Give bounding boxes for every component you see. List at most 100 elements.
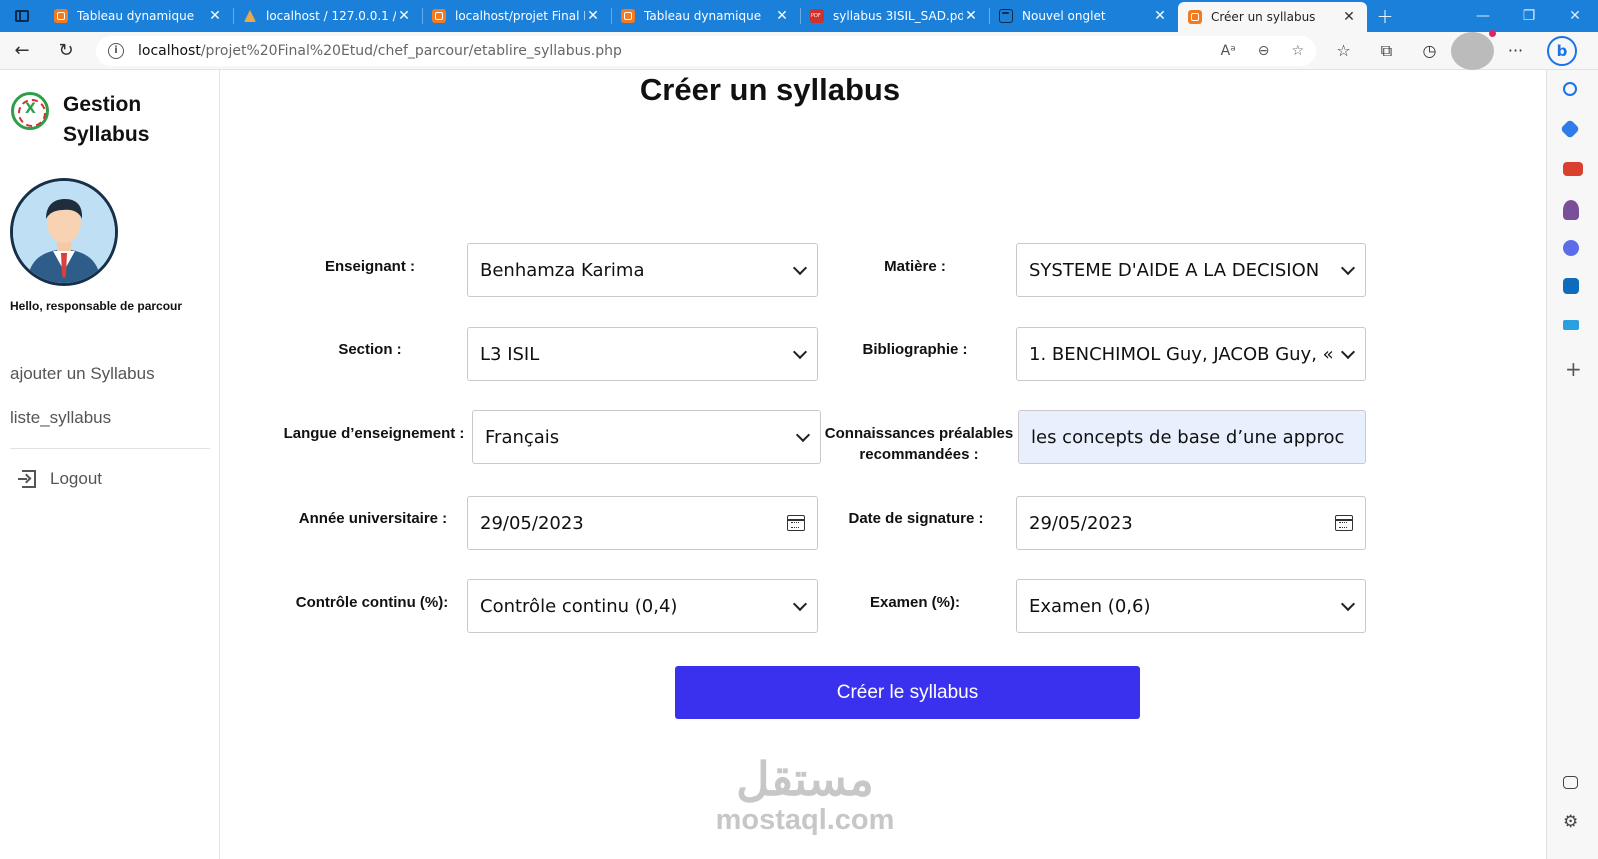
window-controls: — ❐ ✕: [1460, 0, 1598, 32]
annee-value: 29/05/2023: [480, 512, 584, 534]
browser-tab-active[interactable]: Créer un syllabus ✕: [1178, 2, 1367, 32]
chevron-down-icon: [792, 260, 808, 275]
edge-sidebar: + ⚙: [1546, 70, 1598, 859]
back-button[interactable]: ←: [0, 32, 44, 70]
close-tab-icon[interactable]: ✕: [1152, 8, 1168, 24]
matiere-value: SYSTEME D'AIDE A LA DECISION: [1029, 259, 1320, 281]
pdf-icon: [810, 9, 824, 23]
more-menu-icon[interactable]: ···: [1494, 32, 1537, 70]
close-window-icon[interactable]: ✕: [1552, 0, 1598, 32]
close-tab-icon[interactable]: ✕: [396, 8, 412, 24]
favorites-icon[interactable]: ☆: [1322, 32, 1365, 70]
controle-value: Contrôle continu (0,4): [480, 595, 678, 617]
bibliographie-select[interactable]: 1. BENCHIMOL Guy, JACOB Guy, « Déc: [1016, 327, 1366, 381]
collections-icon[interactable]: ⧉: [1365, 32, 1408, 70]
restore-icon[interactable]: ❐: [1506, 0, 1552, 32]
settings-gear-icon[interactable]: ⚙: [1563, 812, 1583, 832]
close-tab-icon[interactable]: ✕: [1341, 9, 1357, 25]
section-value: L3 ISIL: [480, 343, 540, 365]
xampp-icon: [54, 9, 68, 23]
sidebar-toggle-icon[interactable]: [1563, 776, 1578, 789]
tab-title: Tableau dynamique: [77, 9, 195, 23]
refresh-button[interactable]: ↻: [44, 32, 88, 70]
examen-select[interactable]: Examen (0,6): [1016, 579, 1366, 633]
bibliographie-label: Bibliographie :: [862, 341, 968, 358]
back-arrow-icon: ←: [14, 40, 30, 61]
bibliographie-value: 1. BENCHIMOL Guy, JACOB Guy, « Déc: [1029, 343, 1337, 365]
businessman-avatar-icon: [13, 181, 115, 283]
enseignant-select[interactable]: Benhamza Karima: [467, 243, 818, 297]
section-select[interactable]: L3 ISIL: [467, 327, 818, 381]
browser-tab[interactable]: localhost / 127.0.0.1 / p ✕: [233, 0, 422, 32]
enseignant-value: Benhamza Karima: [480, 259, 645, 281]
office-icon[interactable]: [1563, 240, 1579, 256]
connaissances-label: Connaissances préalables recommandées :: [824, 425, 1014, 463]
games-icon[interactable]: [1563, 200, 1579, 220]
browser-tab[interactable]: localhost/projet Final Et ✕: [422, 0, 611, 32]
controle-label: Contrôle continu (%):: [295, 594, 449, 611]
xampp-icon: [621, 9, 635, 23]
history-icon[interactable]: ◷: [1408, 32, 1451, 70]
examen-value: Examen (0,6): [1029, 595, 1151, 617]
profile-button[interactable]: [1451, 29, 1496, 70]
matiere-select[interactable]: SYSTEME D'AIDE A LA DECISION: [1016, 243, 1366, 297]
xampp-icon: [1188, 10, 1202, 24]
date-signature-input[interactable]: 29/05/2023: [1016, 496, 1366, 550]
tab-title: Tableau dynamique: [644, 9, 762, 23]
browser-tab[interactable]: syllabus 3ISIL_SAD.pdf ✕: [800, 0, 989, 32]
minimize-icon[interactable]: —: [1460, 0, 1506, 32]
annee-label: Année universitaire :: [298, 510, 448, 527]
site-info-icon[interactable]: i: [108, 42, 124, 59]
tools-briefcase-icon[interactable]: [1563, 162, 1583, 176]
tab-title: Nouvel onglet: [1022, 9, 1106, 23]
tab-title: syllabus 3ISIL_SAD.pdf: [833, 9, 963, 23]
connaissances-value: les concepts de base d’une approc: [1031, 426, 1345, 448]
add-sidebar-app-icon[interactable]: +: [1565, 357, 1585, 381]
page-title: Créer un syllabus: [639, 72, 901, 107]
controle-select[interactable]: Contrôle continu (0,4): [467, 579, 818, 633]
outlook-icon[interactable]: [1563, 278, 1579, 294]
close-tab-icon[interactable]: ✕: [207, 8, 223, 24]
calendar-icon[interactable]: [787, 515, 805, 531]
chevron-down-icon: [792, 344, 808, 359]
menu-divider: [10, 448, 210, 449]
address-bar[interactable]: i localhost /projet%20Final%20Etud/chef_…: [96, 35, 1316, 66]
tab-actions-button[interactable]: [0, 0, 44, 32]
calendar-icon[interactable]: [1335, 515, 1353, 531]
bing-copilot-icon[interactable]: b: [1547, 35, 1577, 66]
search-icon[interactable]: [1563, 82, 1577, 96]
close-tab-icon[interactable]: ✕: [963, 8, 979, 24]
new-tab-button[interactable]: +: [1367, 0, 1403, 32]
refresh-icon: ↻: [58, 40, 74, 61]
shopping-tag-icon[interactable]: [1560, 119, 1580, 139]
brand-title: Gestion Syllabus: [63, 93, 150, 146]
app-sidebar: Gestion Syllabus Hello, responsable de p…: [0, 70, 220, 859]
chevron-down-icon: [792, 596, 808, 611]
profile-avatar-icon: [1451, 29, 1496, 70]
read-aloud-icon[interactable]: Aᵃ: [1221, 43, 1236, 59]
sidebar-item-ajouter-syllabus[interactable]: ajouter un Syllabus: [10, 360, 210, 404]
create-syllabus-button[interactable]: Créer le syllabus: [675, 666, 1140, 719]
brand: Gestion Syllabus: [11, 90, 183, 150]
annee-date-input[interactable]: 29/05/2023: [467, 496, 818, 550]
add-favorite-icon[interactable]: ☆: [1291, 43, 1304, 59]
tab-actions-icon: [15, 10, 29, 22]
langue-select[interactable]: Français: [472, 410, 821, 464]
date-signature-label: Date de signature :: [848, 510, 984, 527]
phpmyadmin-icon: [243, 9, 257, 23]
close-tab-icon[interactable]: ✕: [774, 8, 790, 24]
close-tab-icon[interactable]: ✕: [585, 8, 601, 24]
greeting-text: Hello, responsable de parcour: [10, 299, 183, 313]
browser-tab[interactable]: Nouvel onglet ✕: [989, 0, 1178, 32]
chevron-down-icon: [1340, 260, 1356, 275]
send-icon[interactable]: [1563, 320, 1579, 330]
connaissances-input[interactable]: les concepts de base d’une approc: [1018, 410, 1366, 464]
browser-tab[interactable]: Tableau dynamique ✕: [611, 0, 800, 32]
chevron-down-icon: [795, 427, 811, 442]
matiere-label: Matière :: [884, 258, 946, 275]
browser-tab[interactable]: Tableau dynamique ✕: [44, 0, 233, 32]
chevron-down-icon: [1340, 344, 1356, 359]
logout-button[interactable]: Logout: [18, 469, 210, 489]
sidebar-item-liste-syllabus[interactable]: liste_syllabus: [10, 404, 210, 448]
zoom-icon[interactable]: ⊖: [1258, 43, 1270, 59]
